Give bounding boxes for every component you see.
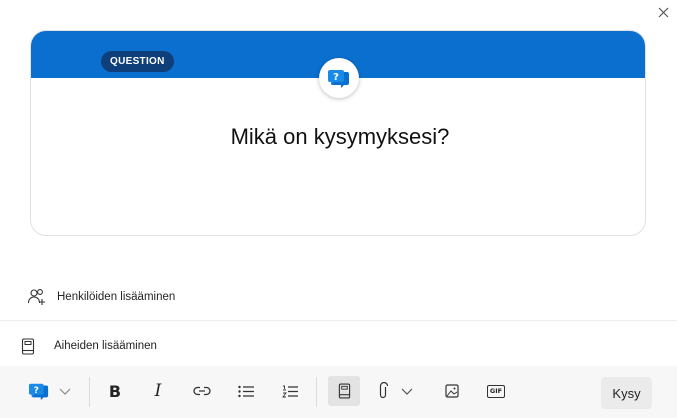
bold-button[interactable]: B (102, 376, 128, 406)
italic-button[interactable]: I (145, 376, 171, 406)
add-topics-row[interactable]: Aiheiden lisääminen (0, 332, 677, 360)
compose-toolbar: ? B I GIF (0, 366, 677, 418)
numbered-list-button[interactable] (277, 376, 303, 406)
bold-icon: B (108, 381, 122, 401)
book-icon (16, 337, 40, 355)
link-icon (193, 386, 211, 396)
chevron-down-icon (59, 388, 71, 395)
topic-book-icon (338, 383, 350, 399)
chevron-down-icon (401, 388, 413, 395)
attach-icon (379, 382, 388, 399)
add-topics-label: Aiheiden lisääminen (54, 340, 157, 352)
question-bubble-icon: ? (328, 70, 349, 88)
close-button[interactable] (652, 1, 674, 23)
gif-button[interactable]: GIF (483, 376, 509, 406)
question-type-dropdown[interactable]: ? (28, 376, 76, 406)
card-icon-circle: ? (319, 58, 359, 98)
svg-text:?: ? (34, 386, 39, 396)
link-button[interactable] (189, 376, 215, 406)
topic-button[interactable] (328, 376, 360, 406)
toolbar-separator (89, 377, 90, 407)
add-people-row[interactable]: Henkilöiden lisääminen (0, 282, 677, 312)
question-input[interactable] (31, 118, 649, 156)
attach-dropdown[interactable] (378, 376, 418, 406)
question-type-icon: ? (29, 383, 49, 401)
svg-text:?: ? (333, 72, 339, 83)
question-badge: QUESTION (101, 51, 174, 72)
close-icon (658, 7, 668, 17)
bulleted-list-button[interactable] (233, 376, 259, 406)
send-button[interactable]: Kysy (601, 377, 652, 409)
toolbar-separator (316, 377, 317, 407)
add-person-icon (25, 288, 49, 306)
image-button[interactable] (439, 376, 465, 406)
gif-icon: GIF (486, 384, 506, 398)
divider (0, 320, 677, 321)
add-people-label: Henkilöiden lisääminen (57, 291, 176, 303)
image-icon (445, 384, 459, 398)
italic-icon: I (154, 381, 162, 401)
numbered-list-icon (282, 385, 298, 397)
bulleted-list-icon (238, 385, 254, 397)
